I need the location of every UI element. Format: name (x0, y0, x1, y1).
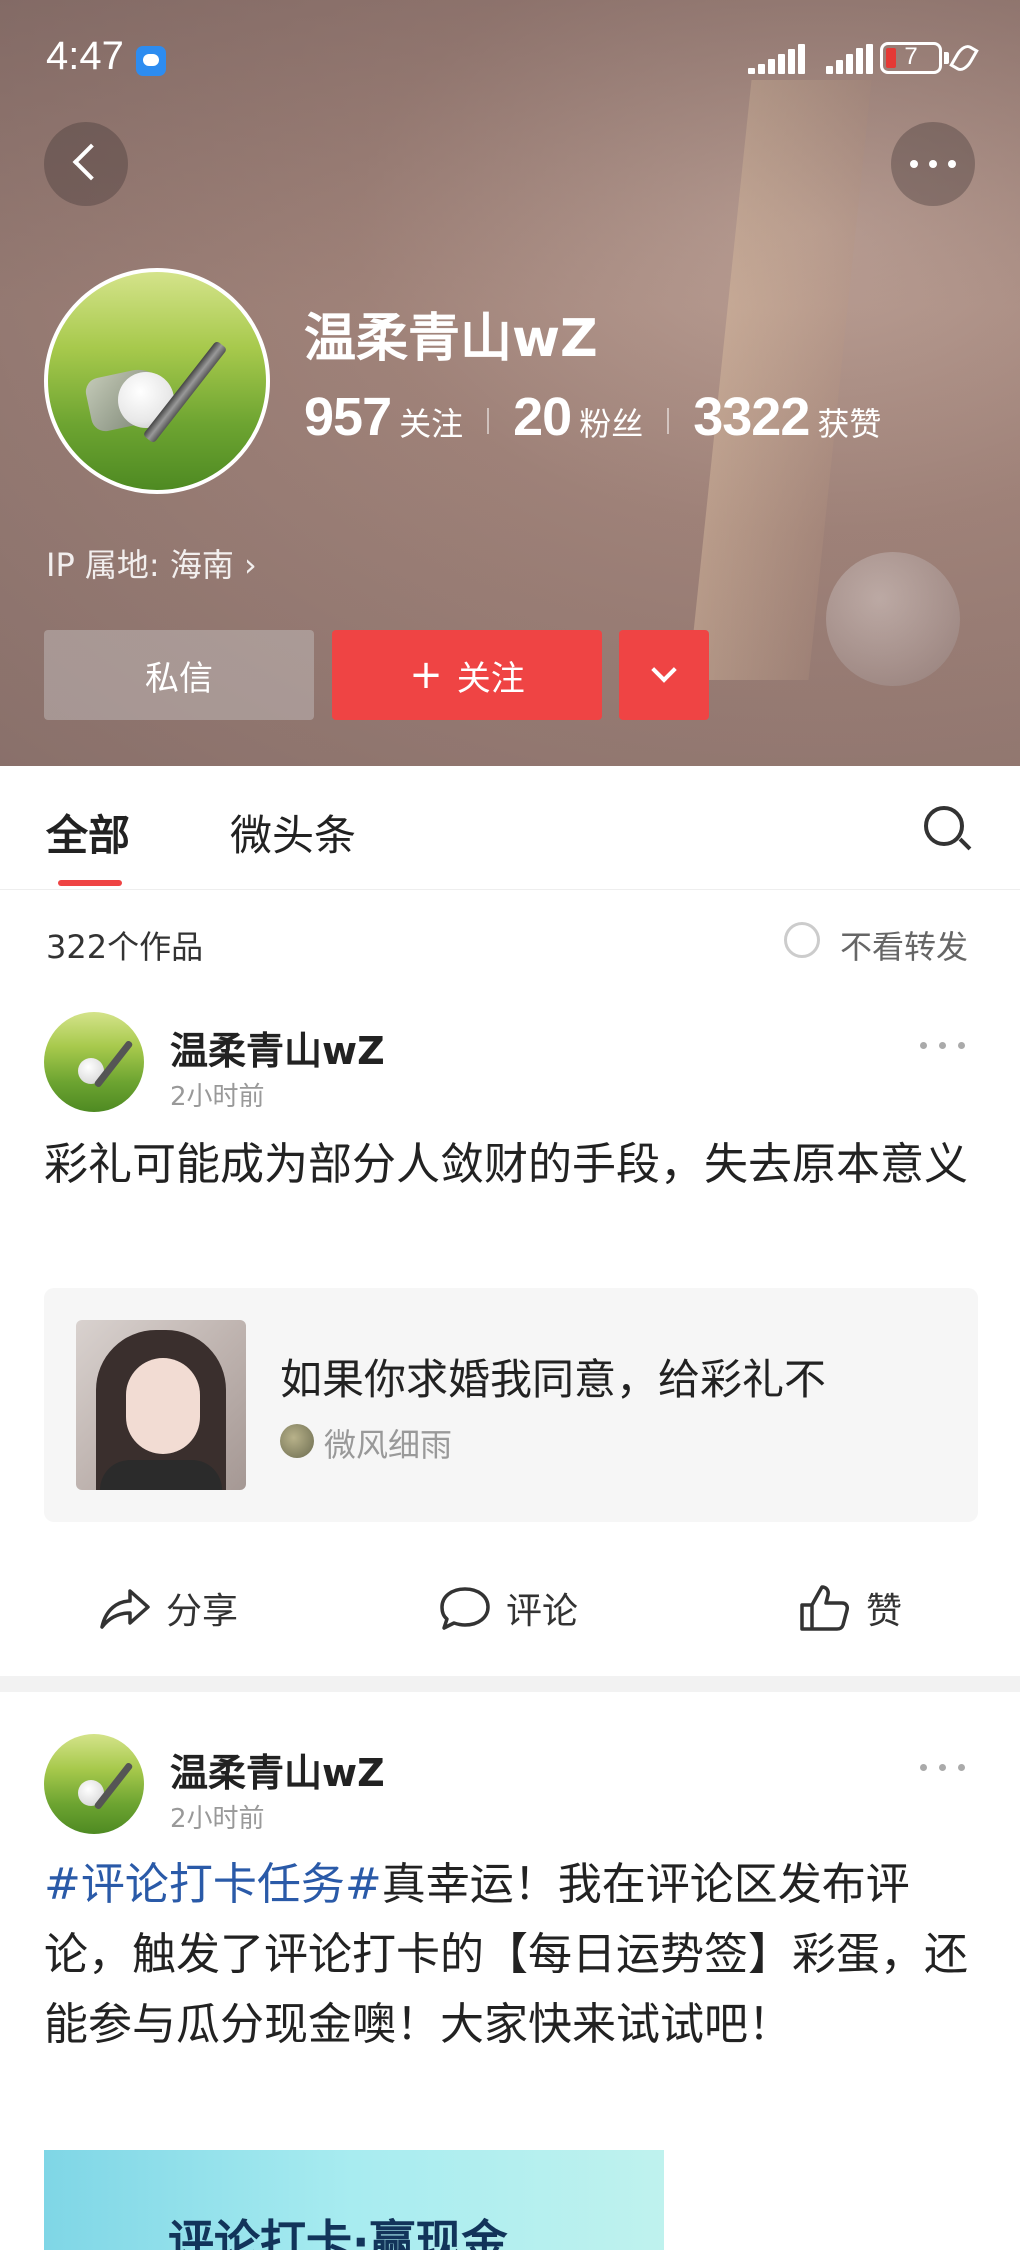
tab-weitoutiao[interactable]: 微头条 (230, 802, 356, 863)
post-author-avatar[interactable] (44, 1012, 144, 1112)
back-button[interactable] (44, 122, 128, 206)
more-icon (910, 160, 956, 168)
quoted-post-card[interactable]: 如果你求婚我同意，给彩礼不 微风细雨 (44, 1288, 978, 1522)
followers-count[interactable]: 20 (513, 386, 572, 448)
profile-name: 温柔青山wZ (304, 309, 598, 369)
profile-header: 4:47 7 温柔青山wZ 957 关注 20 粉丝 3322 获赞 IP 属地… (0, 0, 1020, 766)
post-time: 2小时前 (170, 1082, 265, 1112)
follow-label: 关注 (456, 658, 525, 699)
post-author-avatar[interactable] (44, 1734, 144, 1834)
hashtag-link[interactable]: #评论打卡任务# (44, 1859, 382, 1910)
quoted-post-title: 如果你求婚我同意，给彩礼不 (280, 1355, 827, 1404)
battery-icon: 7 (880, 42, 942, 74)
ip-location-link[interactable]: IP 属地: 海南 › (46, 540, 257, 586)
like-label: 赞 (866, 1591, 903, 1632)
comment-button[interactable]: 评论 (438, 1580, 578, 1636)
follow-dropdown-button[interactable] (619, 630, 709, 720)
content-tabs: 全部 微头条 (0, 766, 1020, 890)
post-text[interactable]: #评论打卡任务#真幸运！我在评论区发布评论，触发了评论打卡的【每日运势签】彩蛋，… (44, 1850, 984, 2060)
plus-icon: + (409, 652, 443, 698)
comment-icon (440, 1587, 490, 1630)
hide-reposts-label[interactable]: 不看转发 (840, 922, 968, 968)
share-icon (100, 1589, 150, 1629)
share-label: 分享 (166, 1591, 239, 1632)
post-more-icon[interactable] (920, 1042, 966, 1050)
post-time: 2小时前 (170, 1804, 265, 1834)
followers-label[interactable]: 粉丝 (579, 399, 643, 445)
profile-stats: 957 关注 20 粉丝 3322 获赞 (304, 386, 881, 456)
works-count: 322个作品 (46, 928, 204, 966)
post-divider (0, 1676, 1020, 1692)
post-banner-image[interactable]: 评论打卡·赢现金 (44, 2150, 664, 2250)
post-author-name[interactable]: 温柔青山wZ (170, 1742, 385, 1797)
banner-text: 评论打卡·赢现金 (168, 2215, 508, 2250)
like-button[interactable]: 赞 (798, 1580, 902, 1636)
following-count[interactable]: 957 (304, 386, 392, 448)
quoted-author-name: 微风细雨 (324, 1426, 453, 1464)
share-button[interactable]: 分享 (98, 1580, 238, 1636)
post-more-icon[interactable] (920, 1764, 966, 1772)
quoted-author-avatar (280, 1424, 314, 1458)
quoted-post-thumbnail (76, 1320, 246, 1490)
active-tab-indicator (58, 880, 122, 886)
signal-icon (826, 44, 884, 74)
signal-icon (748, 44, 806, 74)
search-icon[interactable] (924, 806, 972, 851)
status-time: 4:47 (46, 34, 124, 78)
like-icon (800, 1585, 849, 1631)
likes-label: 获赞 (817, 405, 882, 443)
post-text[interactable]: 彩礼可能成为部分人敛财的手段，失去原本意义 (44, 1130, 984, 1200)
comment-label: 评论 (506, 1591, 579, 1632)
more-button[interactable] (891, 122, 975, 206)
post-action-bar: 分享 评论 赞 (0, 1560, 1020, 1650)
likes-count: 3322 (693, 387, 810, 447)
chat-notification-icon (136, 46, 166, 76)
follow-button[interactable]: + 关注 (332, 630, 602, 720)
hide-reposts-radio[interactable] (784, 922, 820, 958)
chevron-down-icon (651, 657, 677, 683)
following-label[interactable]: 关注 (399, 399, 463, 445)
message-button[interactable]: 私信 (44, 630, 314, 720)
profile-avatar[interactable] (44, 268, 270, 494)
back-icon (72, 143, 110, 181)
tab-all[interactable]: 全部 (46, 802, 130, 863)
post-author-name[interactable]: 温柔青山wZ (170, 1020, 385, 1075)
battery-level: 7 (904, 43, 918, 70)
